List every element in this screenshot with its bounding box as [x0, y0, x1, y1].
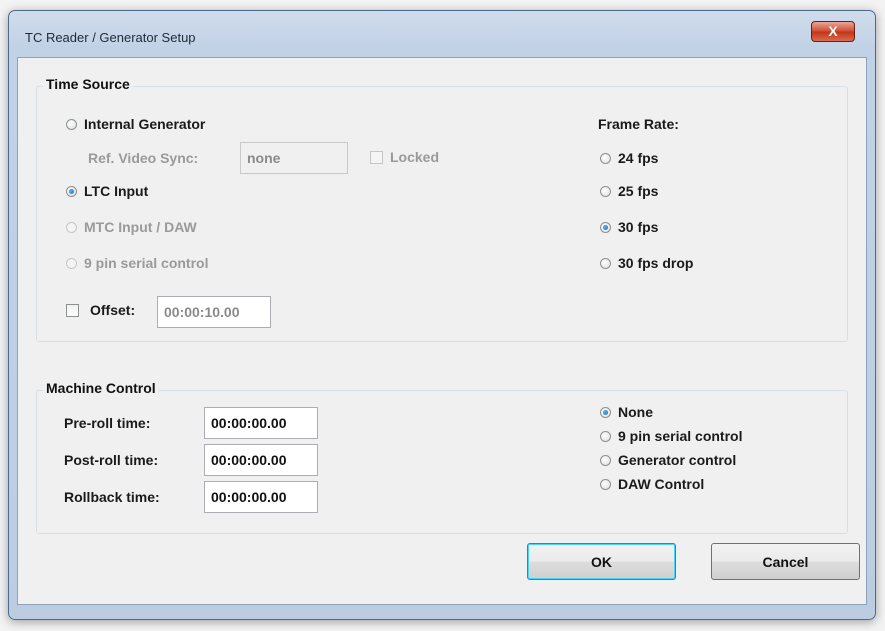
- radio-icon: [600, 454, 611, 466]
- radio-icon: [66, 221, 77, 233]
- radio-icon: [66, 257, 77, 269]
- close-button[interactable]: X: [811, 21, 855, 42]
- ref-video-sync-label: Ref. Video Sync:: [88, 150, 199, 166]
- radio-icon: [66, 118, 77, 130]
- rollback-label: Rollback time:: [64, 489, 160, 505]
- frame-rate-25-radio[interactable]: 25 fps: [600, 183, 658, 199]
- radio-icon: [600, 406, 611, 418]
- nine-pin-radio[interactable]: 9 pin serial control: [66, 255, 208, 271]
- machine-nine-pin-label: 9 pin serial control: [618, 428, 743, 444]
- offset-field[interactable]: 00:00:10.00: [157, 296, 271, 328]
- machine-none-label: None: [618, 404, 653, 420]
- offset-checkbox[interactable]: [66, 304, 79, 317]
- postroll-label: Post-roll time:: [64, 452, 159, 468]
- radio-icon: [66, 185, 77, 197]
- cancel-button[interactable]: Cancel: [711, 543, 860, 580]
- title-bar[interactable]: TC Reader / Generator Setup X: [9, 11, 875, 55]
- frame-rate-24-radio[interactable]: 24 fps: [600, 150, 658, 166]
- frame-rate-25-label: 25 fps: [618, 183, 659, 199]
- preroll-field[interactable]: 00:00:00.00: [204, 407, 318, 439]
- time-source-legend: Time Source: [43, 76, 133, 92]
- radio-icon: [600, 152, 611, 164]
- locked-label: Locked: [390, 149, 440, 165]
- internal-generator-radio[interactable]: Internal Generator: [66, 116, 205, 132]
- machine-daw-radio[interactable]: DAW Control: [600, 476, 704, 492]
- machine-daw-label: DAW Control: [618, 476, 705, 492]
- machine-nine-pin-radio[interactable]: 9 pin serial control: [600, 428, 742, 444]
- machine-none-radio[interactable]: None: [600, 404, 653, 420]
- ltc-input-radio[interactable]: LTC Input: [66, 183, 148, 199]
- frame-rate-24-label: 24 fps: [618, 150, 659, 166]
- ltc-input-label: LTC Input: [84, 183, 149, 199]
- preroll-label: Pre-roll time:: [64, 415, 151, 431]
- offset-label: Offset:: [90, 302, 136, 318]
- machine-generator-radio[interactable]: Generator control: [600, 452, 736, 468]
- dialog-body: Time Source Internal Generator Ref. Vide…: [17, 57, 867, 605]
- radio-icon: [600, 430, 611, 442]
- radio-icon: [600, 185, 611, 197]
- window-title: TC Reader / Generator Setup: [25, 30, 196, 45]
- frame-rate-label: Frame Rate:: [598, 116, 679, 132]
- ok-button[interactable]: OK: [527, 543, 676, 580]
- radio-icon: [600, 221, 611, 233]
- radio-icon: [600, 478, 611, 490]
- frame-rate-30-label: 30 fps: [618, 219, 659, 235]
- frame-rate-30-radio[interactable]: 30 fps: [600, 219, 658, 235]
- internal-generator-label: Internal Generator: [84, 116, 206, 132]
- frame-rate-30-drop-label: 30 fps drop: [618, 255, 694, 271]
- radio-icon: [600, 257, 611, 269]
- machine-generator-label: Generator control: [618, 452, 737, 468]
- postroll-field[interactable]: 00:00:00.00: [204, 444, 318, 476]
- ref-video-sync-field[interactable]: none: [240, 142, 348, 174]
- mtc-input-label: MTC Input / DAW: [84, 219, 197, 235]
- machine-control-legend: Machine Control: [43, 380, 159, 396]
- rollback-field[interactable]: 00:00:00.00: [204, 481, 318, 513]
- dialog-window: TC Reader / Generator Setup X Time Sourc…: [8, 10, 876, 620]
- nine-pin-label: 9 pin serial control: [84, 255, 209, 271]
- mtc-input-radio[interactable]: MTC Input / DAW: [66, 219, 197, 235]
- locked-checkbox[interactable]: [370, 151, 383, 164]
- frame-rate-30-drop-radio[interactable]: 30 fps drop: [600, 255, 693, 271]
